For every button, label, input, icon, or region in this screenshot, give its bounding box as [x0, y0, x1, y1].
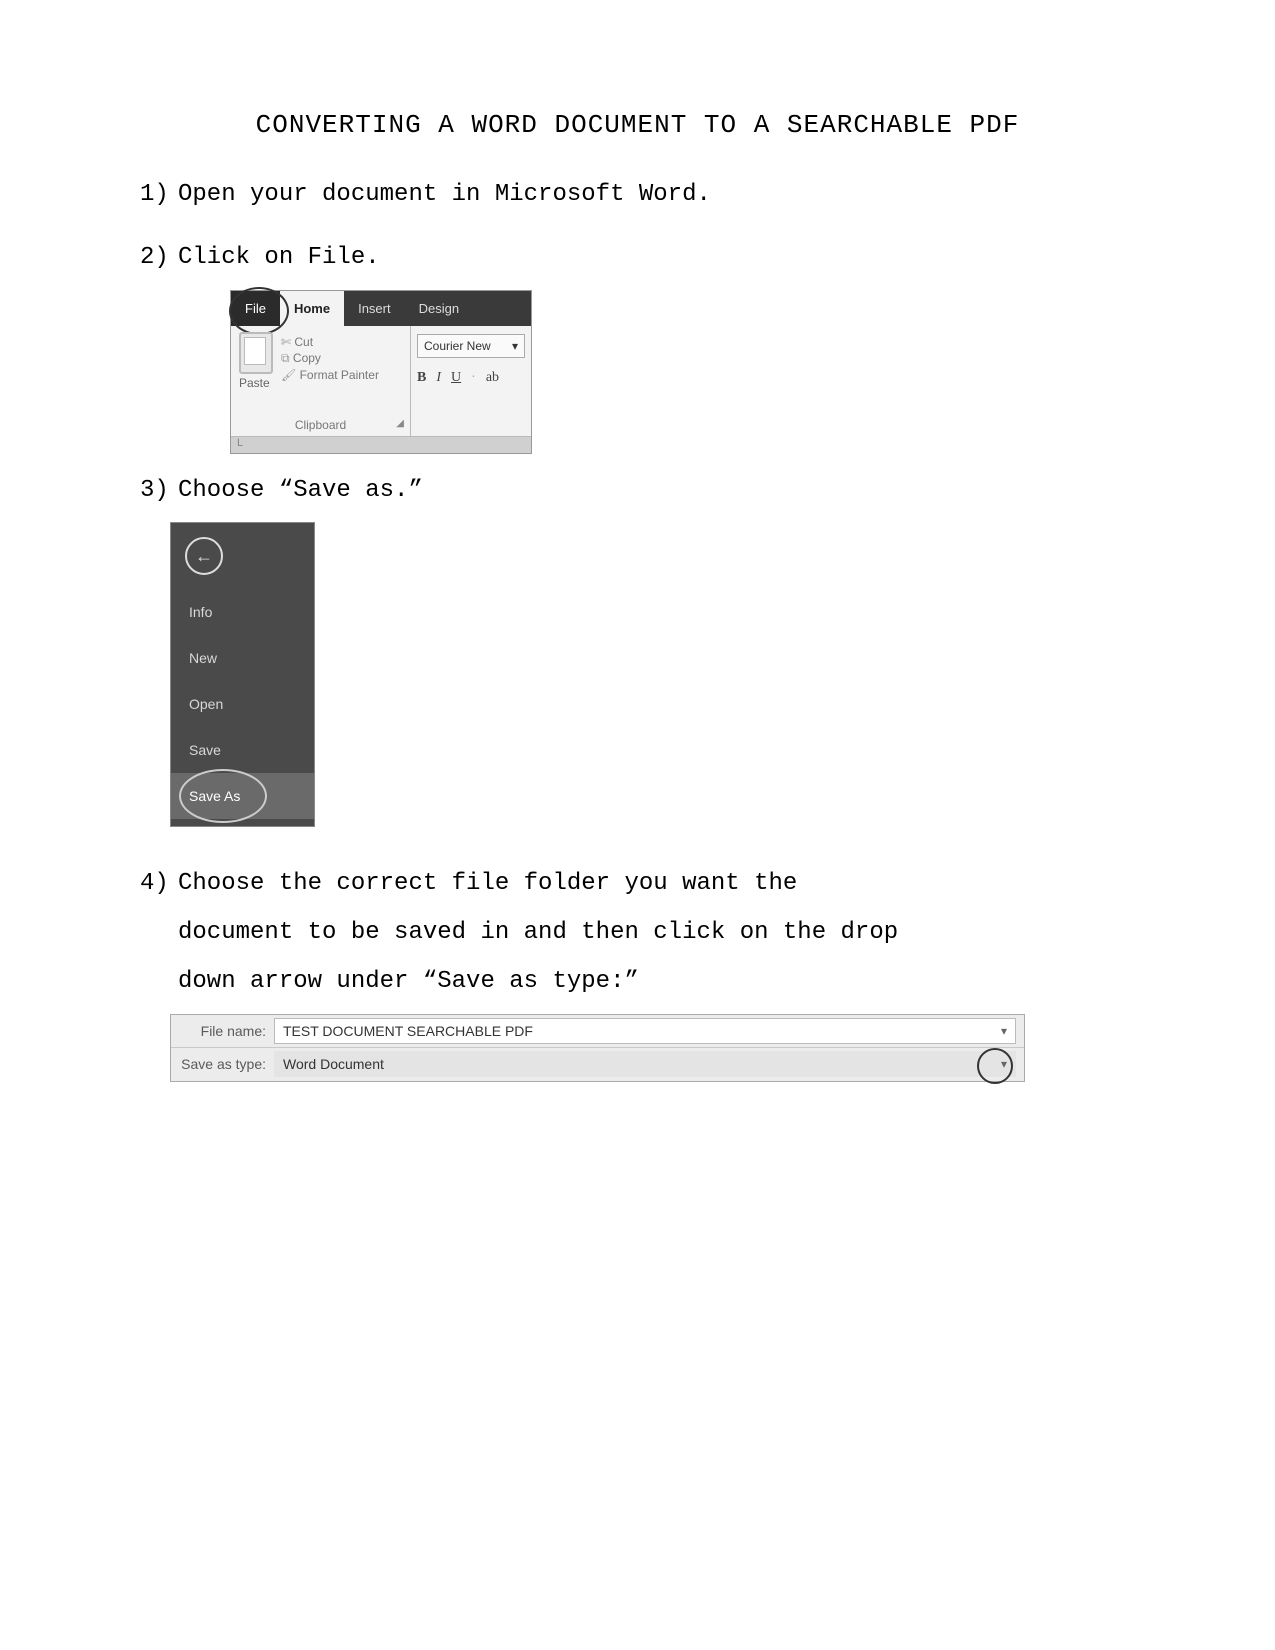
step-4-text-line1: Choose the correct file folder you want …: [178, 870, 797, 897]
file-name-value: TEST DOCUMENT SEARCHABLE PDF: [283, 1023, 533, 1039]
file-name-input[interactable]: TEST DOCUMENT SEARCHABLE PDF ▾: [274, 1018, 1016, 1044]
step-2-text: Click on File.: [178, 244, 380, 271]
file-menu-info[interactable]: Info: [171, 589, 314, 635]
step-1-text: Open your document in Microsoft Word.: [178, 181, 711, 208]
underline-button[interactable]: U: [451, 370, 461, 386]
text-effects-button[interactable]: ab: [486, 370, 499, 386]
paste-label: Paste: [239, 376, 269, 390]
document-page: CONVERTING A WORD DOCUMENT TO A SEARCHAB…: [0, 0, 1275, 1650]
save-type-dropdown[interactable]: Word Document ▾: [274, 1051, 1016, 1077]
paste-icon[interactable]: [239, 332, 273, 374]
step-1: 1)Open your document in Microsoft Word.: [140, 178, 1135, 213]
step-3: 3)Choose “Save as.”: [140, 474, 1135, 509]
file-menu-back-row: ←: [171, 523, 314, 589]
font-group: Courier New ▾ B I U · ab: [411, 326, 531, 436]
screenshot-file-menu: ← Info New Open Save Save As: [170, 522, 315, 827]
tab-home[interactable]: Home: [280, 291, 344, 326]
step-1-number: 1): [140, 178, 178, 213]
tab-insert[interactable]: Insert: [344, 291, 405, 326]
step-3-text: Choose “Save as.”: [178, 477, 423, 504]
highlight-circle-save-type-arrow: [977, 1048, 1013, 1084]
screenshot-save-dialog: File name: TEST DOCUMENT SEARCHABLE PDF …: [170, 1014, 1025, 1082]
file-name-row: File name: TEST DOCUMENT SEARCHABLE PDF …: [171, 1015, 1024, 1048]
back-arrow-icon[interactable]: ←: [185, 537, 223, 575]
tab-file[interactable]: File: [231, 291, 280, 326]
step-4-text-line3: down arrow under “Save as type:”: [178, 965, 1135, 1000]
clipboard-group: ✄ Cut ⧉ Copy 🖌 Format Painter Paste Clip…: [231, 326, 411, 436]
save-type-row: Save as type: Word Document ▾: [171, 1048, 1024, 1080]
save-type-value: Word Document: [283, 1056, 384, 1072]
font-name-select[interactable]: Courier New ▾: [417, 334, 525, 358]
ribbon-tab-strip: File Home Insert Design: [231, 291, 531, 326]
save-type-label: Save as type:: [171, 1056, 274, 1072]
bold-button[interactable]: B: [417, 370, 426, 386]
step-4-text-line2: document to be saved in and then click o…: [178, 916, 1135, 951]
step-4-number: 4): [140, 867, 178, 902]
font-name-value: Courier New: [424, 339, 491, 353]
screenshot-word-ribbon: File Home Insert Design ✄ Cut ⧉ Copy 🖌 F…: [230, 290, 532, 454]
ribbon-footer: L: [231, 436, 531, 453]
tab-file-label: File: [245, 301, 266, 316]
tab-design[interactable]: Design: [405, 291, 473, 326]
clipboard-actions: ✄ Cut ⧉ Copy 🖌 Format Painter: [281, 334, 379, 383]
file-menu-save-as-label: Save As: [189, 788, 240, 804]
cut-button[interactable]: ✄ Cut: [281, 334, 379, 350]
clipboard-dialog-launcher-icon[interactable]: ◢: [396, 418, 404, 429]
step-2: 2)Click on File.: [140, 241, 1135, 276]
file-menu-save-as[interactable]: Save As: [171, 773, 314, 819]
ribbon-body: ✄ Cut ⧉ Copy 🖌 Format Painter Paste Clip…: [231, 326, 531, 436]
italic-button[interactable]: I: [436, 370, 441, 386]
file-menu-new[interactable]: New: [171, 635, 314, 681]
step-4: 4)Choose the correct file folder you wan…: [140, 867, 1135, 902]
step-3-number: 3): [140, 474, 178, 509]
chevron-down-icon[interactable]: ▾: [1001, 1058, 1007, 1070]
file-menu-open[interactable]: Open: [171, 681, 314, 727]
copy-button[interactable]: ⧉ Copy: [281, 350, 379, 367]
format-painter-button[interactable]: 🖌 Format Painter: [281, 367, 379, 383]
step-2-number: 2): [140, 241, 178, 276]
clipboard-group-label: Clipboard: [295, 418, 346, 432]
file-name-label: File name:: [171, 1023, 274, 1039]
chevron-down-icon[interactable]: ▾: [1001, 1025, 1007, 1037]
page-title: CONVERTING A WORD DOCUMENT TO A SEARCHAB…: [140, 110, 1135, 140]
separator: ·: [471, 370, 476, 386]
file-menu-save[interactable]: Save: [171, 727, 314, 773]
chevron-down-icon: ▾: [512, 339, 518, 353]
